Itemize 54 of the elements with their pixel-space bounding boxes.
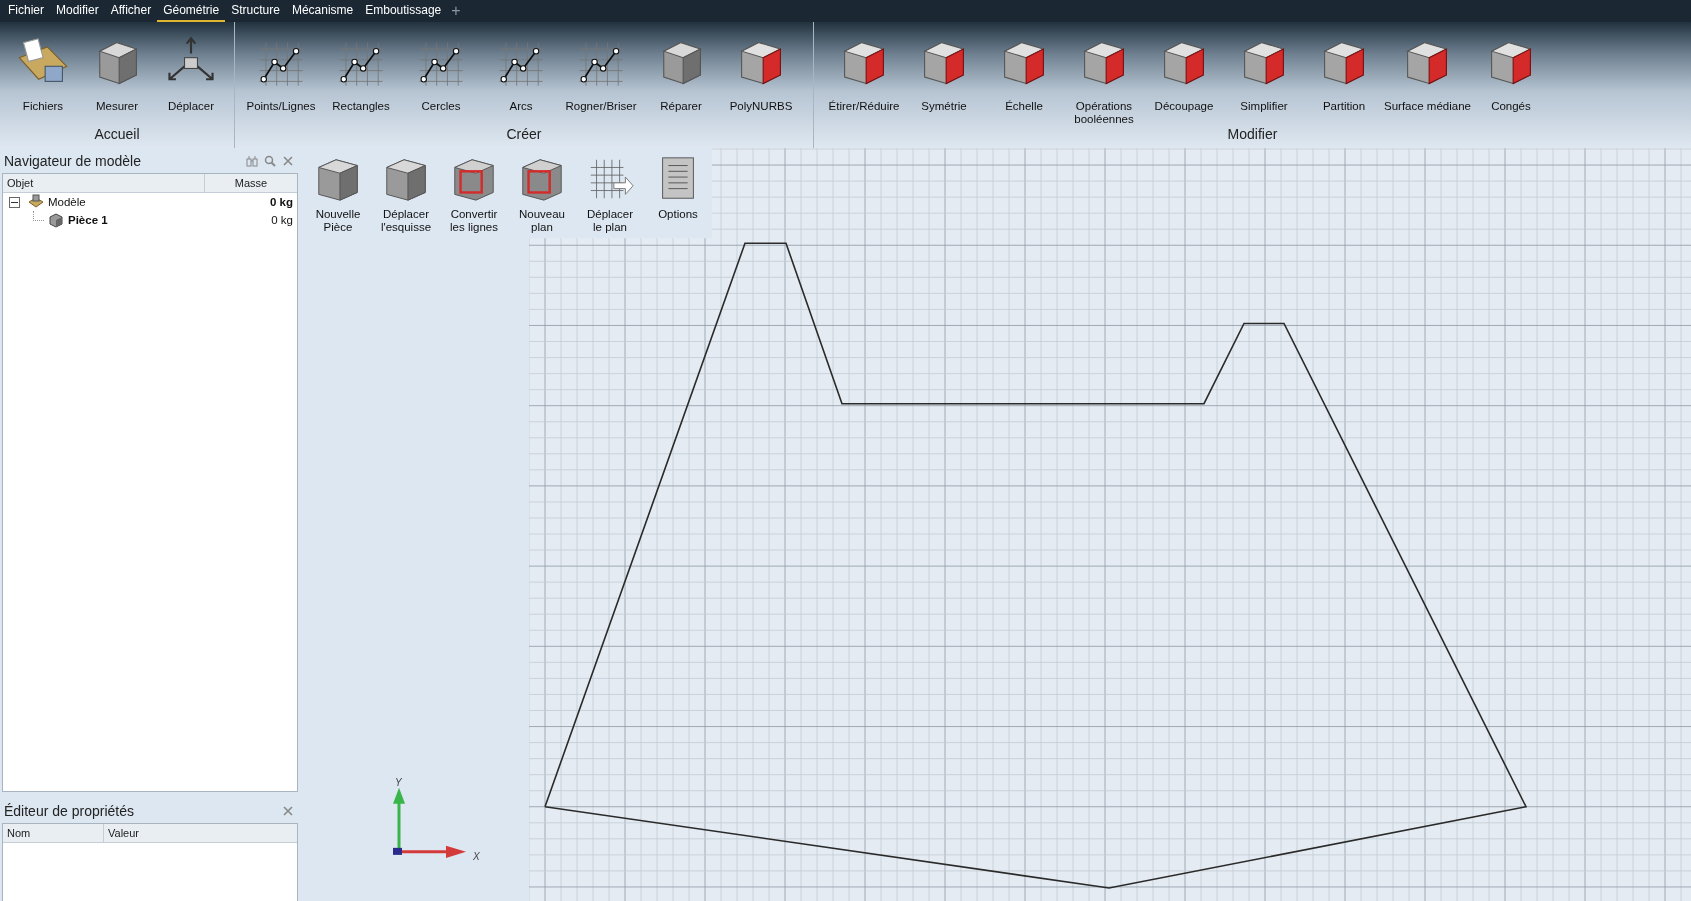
ribbon-button[interactable]: Surface médiane [1384, 22, 1471, 113]
toolbar-button[interactable]: Options [644, 154, 712, 234]
menu-tab[interactable]: Structure [225, 0, 286, 22]
tree-item[interactable]: Modèle [48, 196, 270, 208]
menu-tab[interactable]: Afficher [104, 0, 158, 22]
ribbon-button[interactable]: Rogner/Briser [561, 22, 641, 113]
model-icon [28, 194, 44, 210]
tree-item[interactable]: Pièce 1 [68, 214, 272, 226]
toolbar-button[interactable]: Convertir les lignes [440, 154, 508, 234]
ribbon-button[interactable]: Arcs [481, 22, 561, 113]
ribbon-button[interactable]: Cercles [401, 22, 481, 113]
ribbon-button[interactable]: Opérations booléennes [1064, 22, 1144, 126]
column-header[interactable]: Valeur [104, 824, 143, 842]
axis-label: Y [395, 776, 402, 788]
ribbon-group-label: Créer [506, 126, 542, 142]
column-header[interactable]: Objet [3, 174, 205, 192]
ribbon-button[interactable]: Déplacer [154, 22, 228, 113]
ribbon-button[interactable]: Congés [1470, 22, 1551, 113]
toolbar-button[interactable]: Nouvelle Pièce [304, 154, 372, 234]
ribbon-group-label: Accueil [94, 126, 140, 142]
column-header[interactable]: Nom [3, 824, 104, 842]
binoculars-icon[interactable] [246, 154, 258, 167]
ribbon-button[interactable]: Fichiers [6, 22, 80, 113]
axis-label: X [473, 850, 480, 862]
ribbon-button[interactable]: Rectangles [321, 22, 401, 113]
toolbar-button[interactable]: Déplacer le plan [576, 154, 644, 234]
panel-title: Navigateur de modèle [4, 152, 142, 169]
menu-tab[interactable]: Fichier [2, 0, 50, 22]
toolbar-button[interactable]: Nouveau plan [508, 154, 576, 234]
toolbar-button[interactable]: Déplacer l'esquisse [372, 154, 440, 234]
collapse-toggle[interactable] [9, 196, 20, 208]
mass-value: 0 kg [271, 214, 293, 226]
mass-value: 0 kg [270, 196, 293, 208]
ribbon-button[interactable]: Partition [1304, 22, 1384, 113]
ribbon-button[interactable]: Réparer [641, 22, 721, 113]
ribbon-button[interactable]: Symétrie [904, 22, 984, 113]
menu-tab[interactable]: Modifier [50, 0, 105, 22]
ribbon-button[interactable]: Échelle [984, 22, 1064, 113]
ribbon-group-label: Modifier [1227, 126, 1278, 142]
ribbon-button[interactable]: Mesurer [80, 22, 154, 113]
add-tab-button[interactable]: + [447, 3, 465, 19]
column-header[interactable]: Masse [205, 174, 297, 192]
search-icon[interactable] [264, 154, 276, 167]
panel-title: Éditeur de propriétés [4, 802, 135, 819]
close-icon[interactable] [282, 154, 294, 167]
ribbon-button[interactable]: Étirer/Réduire [824, 22, 904, 113]
close-icon[interactable] [282, 804, 294, 817]
cube-icon [48, 212, 64, 228]
ribbon-button[interactable]: PolyNURBS [721, 22, 801, 113]
menu-tab[interactable]: Emboutissage [359, 0, 448, 22]
menu-tab[interactable]: Mécanisme [285, 0, 360, 22]
ribbon-button[interactable]: Points/Lignes [241, 22, 321, 113]
ribbon-button[interactable]: Découpage [1144, 22, 1224, 113]
ribbon-button[interactable]: Simplifier [1224, 22, 1304, 113]
